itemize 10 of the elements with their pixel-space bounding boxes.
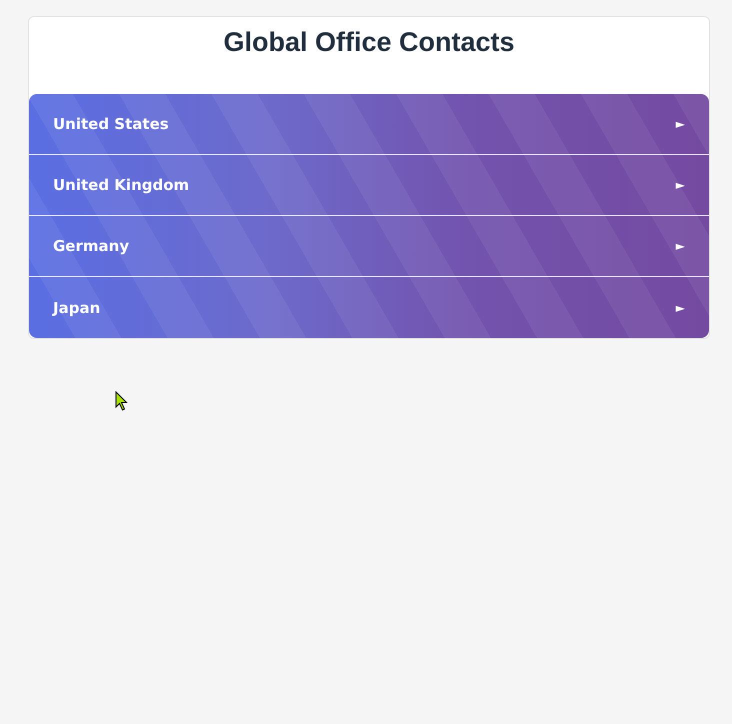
arrow-icon: ► — [676, 239, 685, 253]
accordion-header[interactable]: Germany ► — [29, 216, 709, 277]
accordion-header[interactable]: United States ► — [29, 94, 709, 155]
accordion-header[interactable]: Japan ► — [29, 277, 709, 338]
cursor-icon — [115, 391, 128, 411]
arrow-icon: ► — [676, 178, 685, 192]
arrow-icon: ► — [676, 300, 685, 314]
accordion-header[interactable]: United Kingdom ► — [29, 155, 709, 216]
arrow-icon: ► — [676, 117, 685, 131]
page-title: Global Office Contacts — [222, 26, 516, 59]
